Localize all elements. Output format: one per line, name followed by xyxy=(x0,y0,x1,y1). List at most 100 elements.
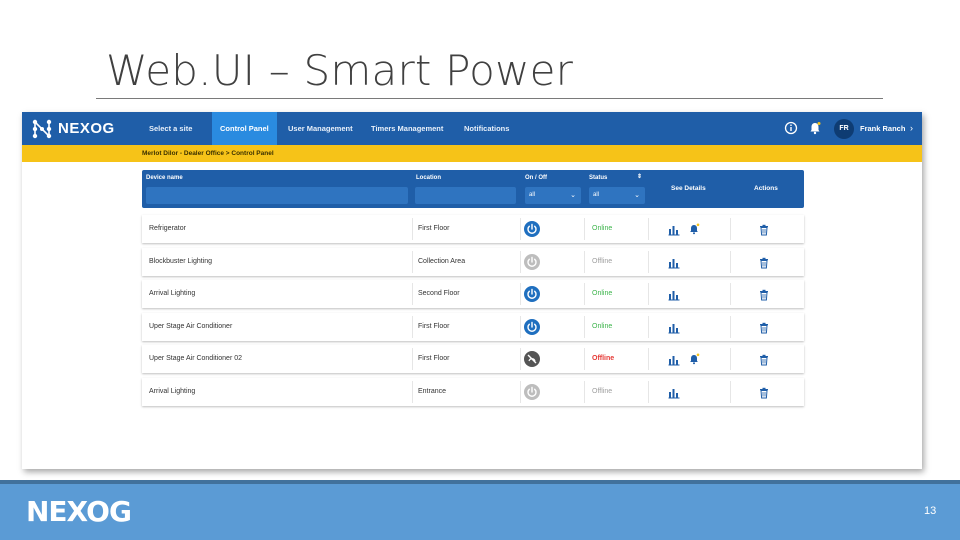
device-location: Second Floor xyxy=(418,290,460,298)
app-screenshot: NEXOG Select a site Control Panel User M… xyxy=(22,112,922,469)
column-divider xyxy=(730,348,731,371)
device-row[interactable]: Refrigerator First Floor Online xyxy=(142,215,804,243)
device-row[interactable]: Uper Stage Air Conditioner First Floor Onl… xyxy=(142,312,804,341)
device-row[interactable]: Blockbuster Lighting Collection Area Offli… xyxy=(142,247,804,276)
footer-accent-bar xyxy=(0,480,960,484)
actions-header: Actions xyxy=(754,185,778,192)
see-details-header: See Details xyxy=(671,185,706,192)
column-divider xyxy=(412,218,413,240)
chart-details-icon[interactable] xyxy=(668,288,680,301)
column-divider xyxy=(648,250,649,273)
on-off-filter-value: all xyxy=(529,192,536,198)
on-off-label: On / Off xyxy=(525,175,547,181)
power-toggle-icon[interactable] xyxy=(524,286,540,303)
chevron-down-icon: ⌄ xyxy=(570,192,576,199)
nav-control-panel[interactable]: Control Panel xyxy=(212,112,277,145)
device-name: Refrigerator xyxy=(149,225,186,232)
column-divider xyxy=(730,250,731,273)
status-label: Status xyxy=(589,175,608,181)
chart-details-icon[interactable] xyxy=(668,256,680,269)
column-divider xyxy=(648,315,649,338)
column-divider xyxy=(520,283,521,306)
alert-bell-icon[interactable] xyxy=(688,222,700,235)
power-toggle-icon[interactable] xyxy=(524,383,540,400)
chevron-down-icon: ⌄ xyxy=(634,192,640,199)
column-divider xyxy=(520,218,521,240)
delete-icon[interactable] xyxy=(759,321,769,334)
breadcrumb-bar: Merlot Dilor - Dealer Office > Control P… xyxy=(22,145,922,162)
delete-icon[interactable] xyxy=(759,223,769,236)
device-list: Refrigerator First Floor Online Blockbuster… xyxy=(142,215,804,411)
device-row[interactable]: Arrival Lighting Second Floor Online xyxy=(142,280,804,309)
column-divider xyxy=(584,380,585,403)
device-name: Arrival Lighting xyxy=(149,387,196,395)
chevron-right-icon[interactable]: › xyxy=(910,112,913,145)
column-divider xyxy=(520,250,521,273)
device-name: Arrival Lighting xyxy=(149,290,196,298)
brand-logo[interactable]: NEXOG xyxy=(32,118,115,139)
user-name[interactable]: Frank Ranch xyxy=(860,112,905,145)
user-avatar[interactable]: FR xyxy=(834,119,854,139)
on-off-filter-select[interactable]: all ⌄ xyxy=(525,187,581,204)
top-navbar: NEXOG Select a site Control Panel User M… xyxy=(22,112,922,145)
column-divider xyxy=(520,380,521,403)
column-divider xyxy=(730,283,731,306)
device-name: Blockbuster Lighting xyxy=(149,257,213,265)
nav-select-site[interactable]: Select a site xyxy=(149,112,192,145)
alert-bell-icon[interactable] xyxy=(688,352,700,365)
device-location: First Floor xyxy=(418,225,450,232)
column-divider xyxy=(584,218,585,240)
column-divider xyxy=(584,348,585,371)
column-divider xyxy=(584,315,585,338)
delete-icon[interactable] xyxy=(759,288,769,301)
delete-icon[interactable] xyxy=(759,256,769,269)
device-location: Collection Area xyxy=(418,257,466,265)
power-toggle-icon[interactable] xyxy=(524,351,540,368)
chart-details-icon[interactable] xyxy=(668,386,680,399)
slide-footer xyxy=(0,480,960,540)
page-number: 13 xyxy=(924,505,937,517)
column-divider xyxy=(730,380,731,403)
notification-bell-icon[interactable] xyxy=(808,121,822,135)
column-divider xyxy=(412,315,413,338)
nav-user-management[interactable]: User Management xyxy=(288,112,353,145)
location-filter-input[interactable] xyxy=(415,187,516,204)
device-status: Offline xyxy=(592,387,613,395)
power-toggle-icon[interactable] xyxy=(524,253,540,270)
nav-notifications[interactable]: Notifications xyxy=(464,112,509,145)
power-toggle-icon[interactable] xyxy=(524,318,540,335)
chart-details-icon[interactable] xyxy=(668,321,680,334)
brand-name: NEXOG xyxy=(58,120,115,137)
column-divider xyxy=(520,348,521,371)
chart-details-icon[interactable] xyxy=(668,353,680,366)
device-row[interactable]: Arrival Lighting Entrance Offline xyxy=(142,377,804,406)
column-divider xyxy=(412,348,413,371)
footer-logo: NEXOG xyxy=(26,495,132,528)
column-divider xyxy=(412,283,413,306)
column-divider xyxy=(412,380,413,403)
slide-title: Web.UI – Smart Power xyxy=(106,46,574,95)
delete-icon[interactable] xyxy=(759,353,769,366)
column-divider xyxy=(412,250,413,273)
delete-icon[interactable] xyxy=(759,386,769,399)
info-icon[interactable] xyxy=(784,121,798,135)
column-divider xyxy=(648,218,649,240)
breadcrumb[interactable]: Merlot Dilor - Dealer Office > Control P… xyxy=(142,145,274,162)
column-divider xyxy=(584,283,585,306)
column-divider xyxy=(520,315,521,338)
device-row[interactable]: Uper Stage Air Conditioner 02 First Floor… xyxy=(142,345,804,374)
device-name-filter-input[interactable] xyxy=(146,187,408,204)
nav-timers-management[interactable]: Timers Management xyxy=(371,112,443,145)
status-filter-select[interactable]: all ⌄ xyxy=(589,187,645,204)
slide: Web.UI – Smart Power NEXOG Select a site… xyxy=(0,0,960,540)
device-status: Offline xyxy=(592,257,613,265)
device-status: Offline xyxy=(592,355,615,363)
nexog-logo-icon xyxy=(32,119,52,139)
sort-icon[interactable]: ⇕ xyxy=(637,173,642,180)
column-divider xyxy=(648,380,649,403)
column-divider xyxy=(648,283,649,306)
column-divider xyxy=(730,218,731,240)
chart-details-icon[interactable] xyxy=(668,223,680,236)
column-divider xyxy=(648,348,649,371)
power-toggle-icon[interactable] xyxy=(524,221,540,237)
